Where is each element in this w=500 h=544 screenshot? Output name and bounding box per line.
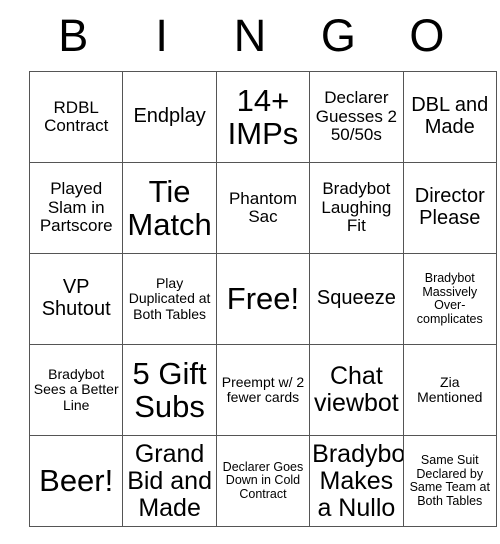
bingo-cell[interactable]: Phantom Sac <box>215 162 311 254</box>
bingo-cell[interactable]: Squeeze <box>309 253 404 345</box>
bingo-cell-free[interactable]: Free! <box>215 253 311 345</box>
bingo-cell[interactable]: Zia Mentioned <box>402 344 497 436</box>
bingo-grid: RDBL Contract Endplay 14+ IMPs Declarer … <box>28 71 497 527</box>
bingo-row: Played Slam in Partscore Tie Match Phant… <box>28 162 497 254</box>
header-letter-b: B <box>58 10 89 61</box>
bingo-cell[interactable]: Tie Match <box>122 162 217 254</box>
bingo-cell[interactable]: Grand Bid and Made <box>122 435 217 527</box>
bingo-cell[interactable]: Chat viewbot <box>309 344 404 436</box>
bingo-cell[interactable]: 5 Gift Subs <box>122 344 217 436</box>
bingo-cell[interactable]: Declarer Guesses 2 50/50s <box>309 71 404 163</box>
bingo-cell[interactable]: Same Suit Declared by Same Team at Both … <box>402 435 497 527</box>
bingo-row: RDBL Contract Endplay 14+ IMPs Declarer … <box>28 71 497 163</box>
bingo-cell[interactable]: Play Duplicated at Both Tables <box>122 253 217 345</box>
bingo-row: Bradybot Sees a Better Line 5 Gift Subs … <box>28 344 497 436</box>
bingo-cell[interactable]: Bradybot Makes a Nullo <box>309 435 404 527</box>
header-letter-n: N <box>233 10 267 61</box>
bingo-cell[interactable]: Played Slam in Partscore <box>28 162 124 254</box>
bingo-cell[interactable]: 14+ IMPs <box>215 71 311 163</box>
bingo-row: Beer! Grand Bid and Made Declarer Goes D… <box>28 435 497 527</box>
bingo-cell[interactable]: Endplay <box>122 71 217 163</box>
bingo-cell[interactable]: Preempt w/ 2 fewer cards <box>215 344 311 436</box>
bingo-cell[interactable]: Bradybot Massively Over-complicates <box>402 253 497 345</box>
bingo-cell[interactable]: RDBL Contract <box>28 71 124 163</box>
bingo-row: VP Shutout Play Duplicated at Both Table… <box>28 253 497 345</box>
bingo-card: B I N G O RDBL Contract Endplay 14+ IMPs… <box>28 0 497 527</box>
bingo-cell[interactable]: VP Shutout <box>28 253 124 345</box>
header-letter-o: O <box>409 10 445 61</box>
bingo-header: B I N G O <box>29 0 471 71</box>
header-letter-g: G <box>320 10 356 61</box>
header-letter-i: I <box>155 10 168 61</box>
bingo-cell[interactable]: Declarer Goes Down in Cold Contract <box>215 435 311 527</box>
bingo-cell[interactable]: Director Please <box>402 162 497 254</box>
bingo-cell[interactable]: DBL and Made <box>402 71 497 163</box>
bingo-cell[interactable]: Beer! <box>28 435 124 527</box>
bingo-cell[interactable]: Bradybot Sees a Better Line <box>28 344 124 436</box>
bingo-cell[interactable]: Bradybot Laughing Fit <box>309 162 404 254</box>
